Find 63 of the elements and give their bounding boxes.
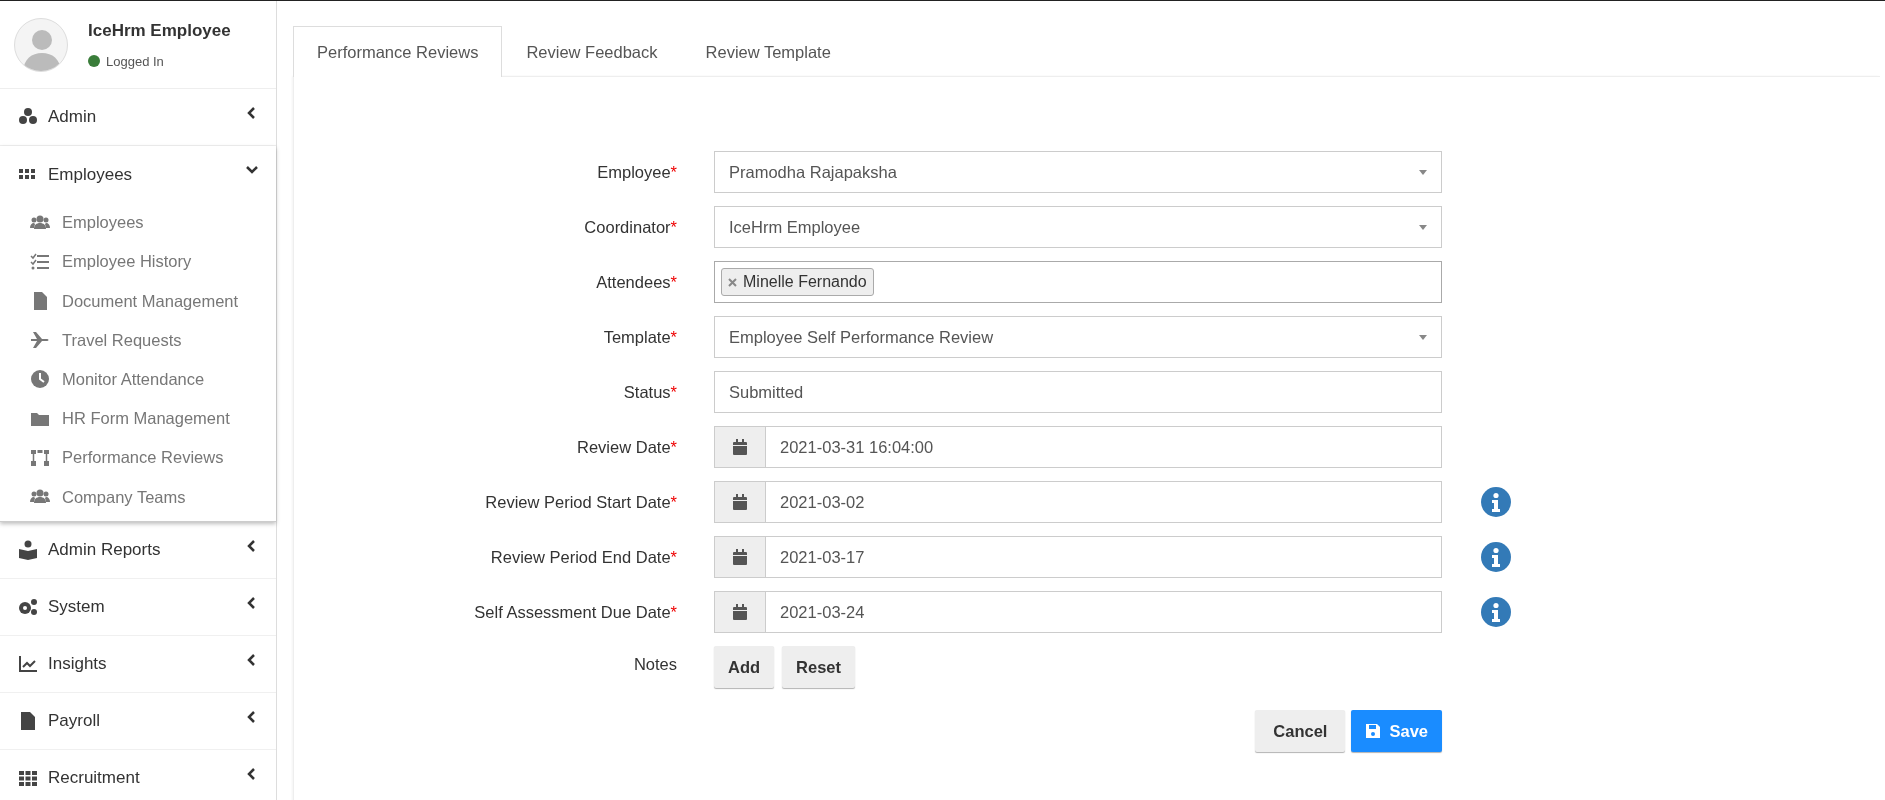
field-label: Status* xyxy=(622,381,677,403)
menu-item[interactable]: System xyxy=(0,578,276,636)
calendar-button[interactable] xyxy=(714,426,766,468)
submenu-item[interactable]: Travel Requests xyxy=(0,320,276,360)
field-label: Review Date* xyxy=(576,436,677,458)
add-button[interactable]: Add xyxy=(714,646,775,688)
reader-icon xyxy=(18,539,38,560)
menu-item[interactable]: Employees xyxy=(0,146,276,203)
clock-icon xyxy=(30,369,50,390)
submenu-item[interactable]: Monitor Attendance xyxy=(0,359,276,399)
select-field[interactable]: Pramodha Rajapaksha xyxy=(714,151,1442,193)
field-label: Notes xyxy=(632,654,677,675)
field-label: Self Assessment Due Date* xyxy=(473,601,677,623)
calendar-button[interactable] xyxy=(714,481,766,523)
submenu-item[interactable]: HR Form Management xyxy=(0,398,276,439)
field-label: Review Period Start Date* xyxy=(484,491,677,513)
user-name: IceHrm Employee xyxy=(88,20,231,42)
date-field[interactable]: 2021-03-31 16:04:00 xyxy=(766,426,1442,468)
submenu-item[interactable]: Company Teams xyxy=(0,477,276,517)
tag-chip[interactable]: Minelle Fernando xyxy=(721,268,874,296)
submenu-item[interactable]: Document Management xyxy=(0,281,276,321)
field-label: Template* xyxy=(602,326,677,348)
airplane-icon xyxy=(30,330,50,351)
avatar xyxy=(14,17,68,72)
submenu-item[interactable]: Employee History xyxy=(0,242,276,282)
calendar-button[interactable] xyxy=(714,591,766,633)
status-text: Logged In xyxy=(106,52,164,71)
menu-item[interactable]: Admin Reports xyxy=(0,521,276,579)
field-label: Coordinator* xyxy=(583,216,677,238)
submenu-item[interactable]: Employees xyxy=(0,203,276,243)
calendar-icon xyxy=(732,604,748,620)
line-chart-icon xyxy=(18,653,38,674)
caret-icon xyxy=(1419,169,1427,175)
calendar-icon xyxy=(732,494,748,510)
field-label: Employee* xyxy=(596,161,677,183)
date-field[interactable]: 2021-03-02 xyxy=(766,481,1442,523)
checklist-icon xyxy=(30,251,50,272)
select-field[interactable]: IceHrm Employee xyxy=(714,206,1442,248)
caret-icon xyxy=(1419,224,1427,230)
calendar-icon xyxy=(732,439,748,455)
tab[interactable]: Performance Reviews xyxy=(293,26,503,77)
field-label: Attendees* xyxy=(595,271,677,293)
tags-field[interactable]: Minelle Fernando xyxy=(714,261,1442,303)
reset-button[interactable]: Reset xyxy=(782,646,856,688)
status-select[interactable]: Submitted xyxy=(714,371,1442,413)
date-field[interactable]: 2021-03-24 xyxy=(766,591,1442,633)
caret-icon xyxy=(1419,334,1427,340)
tab[interactable]: Review Feedback xyxy=(502,26,682,77)
select-field[interactable]: Employee Self Performance Review xyxy=(714,316,1442,358)
hierarchy-icon xyxy=(30,447,50,468)
archive-file-icon xyxy=(18,710,38,731)
menu-item[interactable]: Payroll xyxy=(0,692,276,750)
calendar-button[interactable] xyxy=(714,536,766,578)
submenu-item[interactable]: Performance Reviews xyxy=(0,438,276,478)
calendar-icon xyxy=(732,549,748,565)
date-field[interactable]: 2021-03-17 xyxy=(766,536,1442,578)
menu-item[interactable]: Recruitment xyxy=(0,749,276,800)
tab[interactable]: Review Template xyxy=(681,26,855,77)
remove-icon xyxy=(728,277,737,287)
menu-item[interactable]: Insights xyxy=(0,635,276,693)
field-label: Review Period End Date* xyxy=(489,546,677,568)
cancel-button[interactable]: Cancel xyxy=(1255,710,1346,752)
menu-item[interactable]: Admin xyxy=(0,89,276,146)
